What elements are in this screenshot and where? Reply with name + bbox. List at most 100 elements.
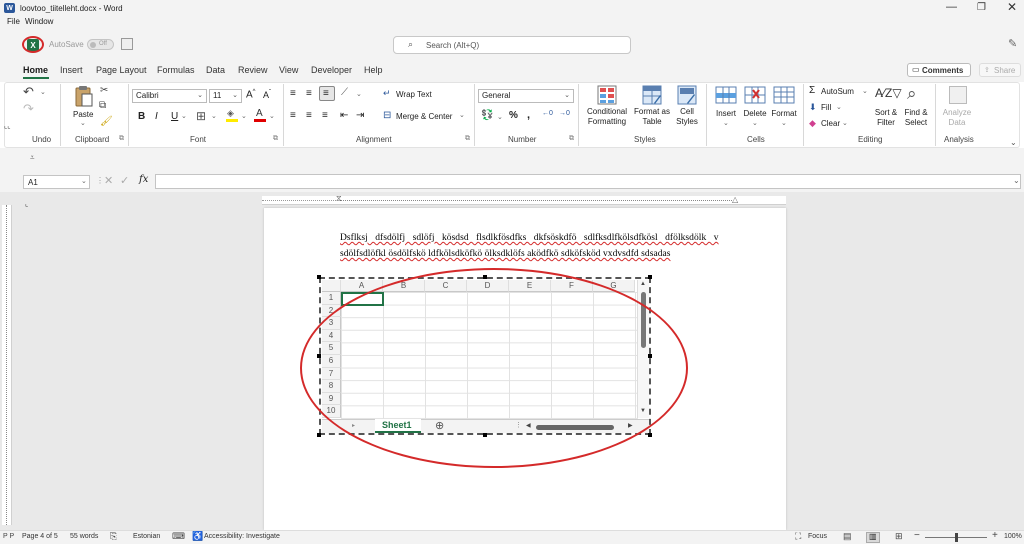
autosum-button[interactable]: Σ AutoSum ⌄ [809,85,869,98]
increase-decimal-icon[interactable]: ←0 [542,110,553,117]
cell-grid[interactable] [341,292,638,419]
split-handle-icon[interactable]: ⋮ [515,421,522,429]
zoom-slider[interactable] [925,533,987,542]
undo-icon[interactable]: ↶ [23,84,34,100]
confirm-entry-icon[interactable]: ✓ [120,174,129,187]
macro-icon[interactable]: ⌨ [172,531,185,542]
sort-filter-button[interactable]: A⁄Z▽ Sort & Filter [871,85,902,130]
row-header[interactable]: 3 [322,317,341,330]
comma-style-icon[interactable]: , [527,109,530,121]
embedded-excel-object[interactable]: ABCDEFG 1 2 3 4 5 6 7 8 9 10 ▲ ▼ ▸ Sheet1 ⊕ ⋮ ◀ ▶ [319,277,651,435]
chevron-down-icon[interactable]: ⌄ [356,90,362,98]
save-icon[interactable] [121,38,133,50]
zoom-out-icon[interactable]: − [914,530,920,541]
align-bottom-button[interactable]: ≡ [319,86,335,101]
clear-button[interactable]: ◆ Clear ⌄ [809,118,853,130]
collapse-ribbon-icon[interactable]: ⌄ [1010,138,1017,147]
format-painter-icon[interactable]: 🖌 [100,116,113,127]
dialog-launcher-icon[interactable]: ⧉ [569,135,574,143]
chevron-down-icon[interactable]: ⌄ [269,112,275,120]
search-box[interactable]: ⌕ Search (Alt+Q) [393,36,631,54]
accessibility-icon[interactable]: ♿ [192,531,203,542]
options-dots-icon[interactable]: ⋮ [96,176,104,185]
scroll-down-icon[interactable]: ▼ [640,408,646,414]
copy-icon[interactable]: ⧉ [99,100,106,111]
accounting-format-icon[interactable]: 💱 [481,110,493,121]
percent-icon[interactable]: % [509,110,518,121]
number-format-select[interactable]: General ⌄ [478,89,574,103]
dialog-launcher-icon[interactable]: ⧉ [465,135,470,143]
zoom-level[interactable]: 100% [1004,533,1022,540]
bold-icon[interactable]: B [138,111,145,122]
conditional-formatting-button[interactable]: Conditional Formatting [583,85,631,130]
document-text[interactable]: Dsflksj dfsdölfj sdlöfj kösdsd flsdlkfös… [340,230,740,262]
page-count[interactable]: Page 4 of 5 [22,533,58,540]
column-header[interactable]: E [509,280,551,292]
chevron-down-icon[interactable]: ⌄ [40,88,46,96]
orientation-icon[interactable]: ⟋ [341,87,348,98]
word-count[interactable]: 55 words [70,533,98,540]
menu-file[interactable]: File [7,17,20,26]
resize-handle-e[interactable] [648,354,652,358]
find-select-button[interactable]: ⌕ Find & Select [902,84,930,130]
align-middle-icon[interactable]: ≡ [306,88,312,99]
resize-handle-nw[interactable] [317,275,321,279]
row-header[interactable]: 8 [322,380,341,393]
share-button[interactable]: ⇪ Share [979,63,1021,77]
tab-developer[interactable]: Developer [311,65,352,75]
paste-button[interactable]: Paste ⌄ [66,84,100,128]
insert-cells-button[interactable]: Insert ⌄ [711,85,741,130]
italic-icon[interactable]: I [155,111,158,122]
scroll-left-icon[interactable]: ◀ [526,422,531,429]
wrap-text-button[interactable]: ↵ Wrap Text [383,88,461,102]
dialog-launcher-icon[interactable]: ⧉ [119,135,124,143]
zoom-in-icon[interactable]: + [992,530,998,541]
indent-marker-icon[interactable]: ⧖ [336,194,342,204]
tab-page-layout[interactable]: Page Layout [96,65,147,75]
increase-indent-icon[interactable]: ⇥ [356,110,364,121]
sheet-tab-sheet1[interactable]: Sheet1 [375,419,421,433]
insert-function-icon[interactable]: fx [139,174,148,185]
column-header[interactable]: G [593,280,635,292]
focus-icon[interactable]: ⛶ [795,531,801,542]
scroll-right-icon[interactable]: ▶ [628,422,633,429]
shrink-font-icon[interactable]: Aˇ [263,90,271,100]
tab-review[interactable]: Review [238,65,268,75]
column-header[interactable]: A [341,280,383,292]
close-icon[interactable]: ✕ [1007,0,1017,14]
tab-home[interactable]: Home [23,65,48,75]
tab-formulas[interactable]: Formulas [157,65,195,75]
tab-insert[interactable]: Insert [60,65,83,75]
tab-view[interactable]: View [279,65,298,75]
align-center-icon[interactable]: ≡ [306,110,312,121]
grow-font-icon[interactable]: A^ [246,89,256,100]
focus-label[interactable]: Focus [808,533,827,540]
comments-button[interactable]: ▭ Comments [907,63,971,77]
tab-data[interactable]: Data [206,65,225,75]
add-sheet-icon[interactable]: ⊕ [435,419,444,432]
cut-icon[interactable]: ✂ [100,85,108,96]
formula-input[interactable] [155,174,1021,189]
customize-qat-icon[interactable]: ⩡ [30,153,35,163]
column-header[interactable]: D [467,280,509,292]
merge-center-button[interactable]: ⊟ Merge & Center ⌄ [383,110,469,124]
row-header[interactable]: 5 [322,342,341,355]
restore-icon[interactable]: ❐ [977,2,986,13]
align-right-icon[interactable]: ≡ [322,110,328,121]
row-header[interactable]: 10 [322,405,341,418]
minimize-icon[interactable]: — [946,1,957,13]
font-name-select[interactable]: Calibri ⌄ [132,89,207,103]
prev-sheet-icon[interactable]: ▸ [352,422,355,429]
resize-handle-se[interactable] [648,433,652,437]
underline-icon[interactable]: U [171,111,178,122]
row-header[interactable]: 9 [322,392,341,406]
row-header[interactable]: 6 [322,355,341,368]
analyze-data-button[interactable]: Analyze Data [942,85,972,130]
redo-icon[interactable]: ↷ [23,101,34,117]
read-mode-icon[interactable]: ▤ [843,531,852,542]
vertical-scroll-thumb[interactable] [641,292,646,348]
cell-styles-button[interactable]: Cell Styles [672,85,702,130]
resize-handle-ne[interactable] [648,275,652,279]
right-indent-marker-icon[interactable]: △ [732,195,738,204]
ruler-toggle-icon[interactable]: ⌞⌞ [4,122,11,130]
